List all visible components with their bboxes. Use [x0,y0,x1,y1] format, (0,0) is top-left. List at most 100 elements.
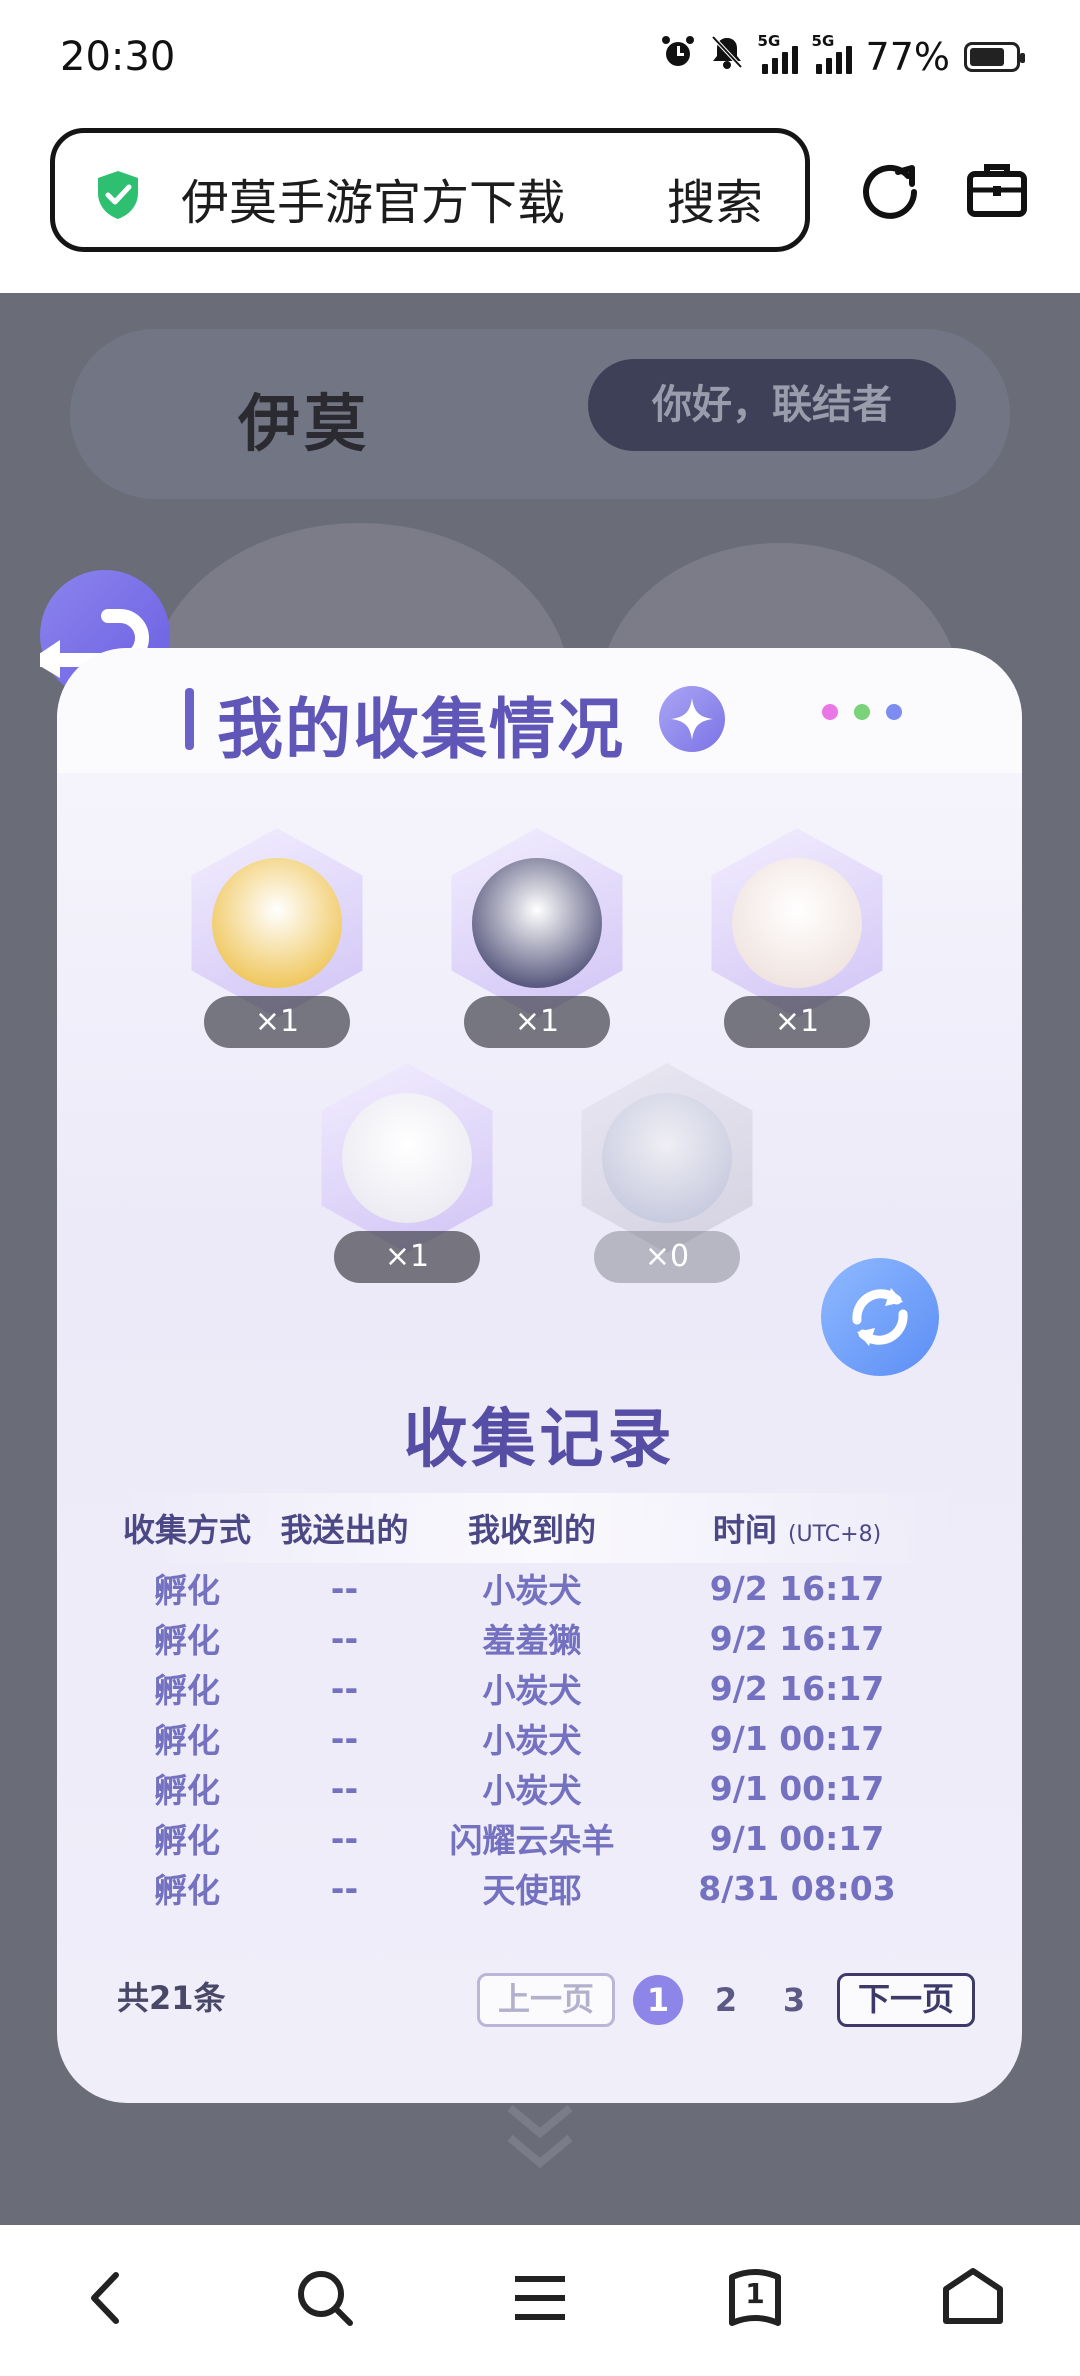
table-row: 孵化 -- 闪耀云朵羊 9/1 00:17 [117,1813,962,1863]
battery-icon [964,41,1025,72]
refresh-arrows-icon [852,1288,908,1346]
cell-time: 9/2 16:17 [709,1668,885,1708]
home-icon[interactable] [938,2263,1008,2333]
tab-count: 1 [745,2277,765,2310]
cell-sent: -- [330,1668,359,1708]
browser-toolbar: 伊莫手游官方下载 搜索 [0,118,1080,293]
cell-received: 小炭犬 [482,1571,582,1610]
reload-icon[interactable] [858,158,922,222]
header-timezone: (UTC+8) [787,1522,882,1547]
cell-received: 小炭犬 [482,1721,582,1760]
pet-count: ×1 [724,996,870,1048]
status-icons: 5G 5G 77% [660,32,1025,79]
pet-count: ×0 [594,1231,740,1283]
pet-card[interactable]: ×1 [702,828,892,1048]
table-row: 孵化 -- 羞羞獭 9/2 16:17 [117,1613,962,1663]
header-method: 收集方式 [122,1511,251,1549]
alarm-icon [660,34,696,79]
pet-collection-grid: ×1 ×1 ×1 ×1 ×0 [57,798,1022,1298]
page-2[interactable]: 2 [701,1975,751,2025]
cell-sent: -- [330,1868,359,1908]
pet-portrait [602,1093,732,1223]
cell-time: 8/31 08:03 [698,1868,896,1908]
shield-check-icon [98,171,138,219]
page-3[interactable]: 3 [769,1975,819,2025]
cell-method: 孵化 [154,1571,220,1610]
cell-sent: -- [330,1568,359,1608]
dot-green [854,704,870,720]
cell-time: 9/1 00:17 [709,1768,885,1808]
cell-sent: -- [330,1768,359,1808]
clock: 20:30 [60,34,176,80]
greeting-button[interactable]: 你好，联结者 [588,359,956,451]
back-arrow-icon[interactable] [72,2263,142,2333]
cell-received: 闪耀云朵羊 [449,1821,615,1860]
search-query[interactable]: 伊莫手游官方下载 [181,163,565,233]
cell-method: 孵化 [154,1771,220,1810]
cell-method: 孵化 [154,1671,220,1710]
table-row: 孵化 -- 小炭犬 9/1 00:17 [117,1713,962,1763]
table-row: 孵化 -- 小炭犬 9/2 16:17 [117,1563,962,1613]
menu-dots[interactable] [822,704,902,720]
cell-method: 孵化 [154,1721,220,1760]
cell-time: 9/1 00:17 [709,1718,885,1758]
menu-icon[interactable] [505,2263,575,2333]
cell-time: 9/2 16:17 [709,1568,885,1608]
pagination: 上一页 1 2 3 下一页 [477,1973,976,2027]
site-logo: 伊莫 [238,387,371,460]
address-bar[interactable]: 伊莫手游官方下载 搜索 [50,128,810,252]
search-icon[interactable] [290,2263,360,2333]
status-bar: 20:30 5G 5G 77% [0,0,1080,118]
signal-icon-1: 5G [758,32,798,74]
sparkle-icon [659,686,725,752]
pet-card[interactable]: ×1 [182,828,372,1048]
cell-method: 孵化 [154,1621,220,1660]
table-row: 孵化 -- 小炭犬 9/1 00:17 [117,1763,962,1813]
toolbox-icon[interactable] [965,158,1029,222]
records-body: 孵化 -- 小炭犬 9/2 16:17 孵化 -- 羞羞獭 9/2 16:17 孵化 -- 小炭犬 9… [117,1563,962,1913]
cell-received: 小炭犬 [482,1771,582,1810]
dot-pink [822,704,838,720]
pet-count: ×1 [334,1231,480,1283]
refresh-button[interactable] [821,1258,939,1376]
cell-method: 孵化 [154,1821,220,1860]
page-1[interactable]: 1 [633,1975,684,2025]
header-time: 时间 (UTC+8) [632,1505,962,1551]
table-row: 孵化 -- 天使耶 8/31 08:03 [117,1863,962,1913]
card-title: 我的收集情况 [217,691,625,768]
cell-received: 小炭犬 [482,1671,582,1710]
cell-time: 9/2 16:17 [709,1618,885,1658]
prev-page-button[interactable]: 上一页 [477,1973,616,2027]
signal-icon-2: 5G [812,32,852,74]
total-count: 共21条 [117,1979,226,2017]
header-received: 我收到的 [467,1511,596,1549]
pet-portrait [342,1093,472,1223]
network-type-1: 5G [757,31,781,50]
pet-card-locked[interactable]: ×0 [572,1063,762,1283]
cell-time: 9/1 00:17 [709,1818,885,1858]
pet-card[interactable]: ×1 [312,1063,502,1283]
pet-card[interactable]: ×1 [442,828,632,1048]
cell-method: 孵化 [154,1871,220,1910]
next-page-button[interactable]: 下一页 [837,1973,976,2027]
dot-blue [886,704,902,720]
records-title: 收集记录 [403,1403,676,1477]
cell-sent: -- [330,1718,359,1758]
header-time-label: 时间 [712,1511,777,1549]
battery-percent: 77% [865,34,950,79]
header-sent: 我送出的 [280,1511,409,1549]
mute-bell-icon [710,34,744,79]
cell-received: 天使耶 [482,1871,582,1910]
pet-portrait [212,858,342,988]
cell-received: 羞羞獭 [482,1621,582,1660]
cell-sent: -- [330,1618,359,1658]
records-header-row: 收集方式 我送出的 我收到的 时间 (UTC+8) [117,1493,962,1563]
tabs-button[interactable]: 1 [720,2263,790,2333]
pet-count: ×1 [204,996,350,1048]
records-table: 收集方式 我送出的 我收到的 时间 (UTC+8) 孵化 -- 小炭犬 9/2 16:… [117,1493,962,1913]
scroll-down-chevron-icon [507,2104,573,2169]
search-button[interactable]: 搜索 [667,163,763,233]
network-type-2: 5G [811,31,835,50]
pet-portrait [732,858,862,988]
pet-count: ×1 [464,996,610,1048]
